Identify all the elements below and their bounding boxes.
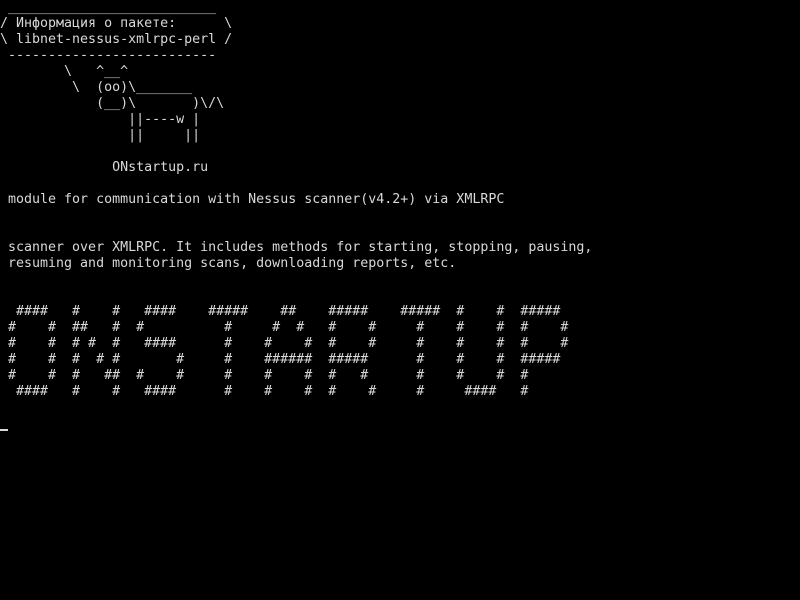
banner-art-line-4: # # # # # # # ###### ##### # # # #####	[0, 352, 561, 367]
site-credit: ONstartup.ru	[0, 160, 209, 175]
banner-art-line-1: #### # # #### ##### ## ##### ##### # # #…	[0, 304, 561, 319]
cowsay-bubble-package-name: \ libnet-nessus-xmlrpc-perl /	[0, 32, 233, 47]
cow-art-line-1: \ ^__^	[0, 64, 129, 79]
cow-art-line-2: \ (oo)\_______	[0, 80, 193, 95]
banner-art-line-2: # # ## # # # # # # # # # # # #	[0, 320, 569, 335]
cow-art-line-5: || ||	[0, 128, 201, 143]
cow-art-line-4: ||----w |	[0, 112, 201, 127]
cowsay-bubble-title: / Информация о пакете: \	[0, 16, 233, 31]
cowsay-bubble-bottom: --------------------------	[0, 48, 217, 63]
banner-art-line-6: #### # # #### # # # # # # #### #	[0, 384, 529, 399]
package-summary: module for communication with Nessus sca…	[0, 192, 505, 207]
banner-art-line-3: # # # # # #### # # # # # # # # # #	[0, 336, 569, 351]
cowsay-bubble-top: __________________________	[0, 0, 217, 15]
terminal-screen[interactable]: __________________________ / Информация …	[0, 0, 800, 600]
package-description-line-2: resuming and monitoring scans, downloadi…	[0, 256, 457, 271]
text-cursor	[0, 429, 8, 431]
prompt-line[interactable]	[0, 416, 800, 432]
cow-art-line-3: (__)\ )\/\	[0, 96, 225, 111]
banner-art-line-5: # # # ## # # # # # # # # # # #	[0, 368, 529, 383]
package-description-line-1: scanner over XMLRPC. It includes methods…	[0, 240, 593, 255]
